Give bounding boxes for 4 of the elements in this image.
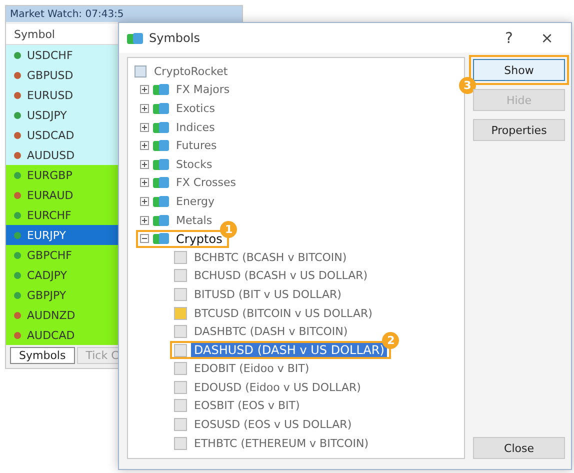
callout-badge: 2 — [382, 332, 400, 350]
callout-badge: 1 — [220, 220, 238, 238]
window-title: Symbols — [149, 31, 201, 45]
panel-title: Market Watch: 07:43:5 — [10, 8, 124, 20]
